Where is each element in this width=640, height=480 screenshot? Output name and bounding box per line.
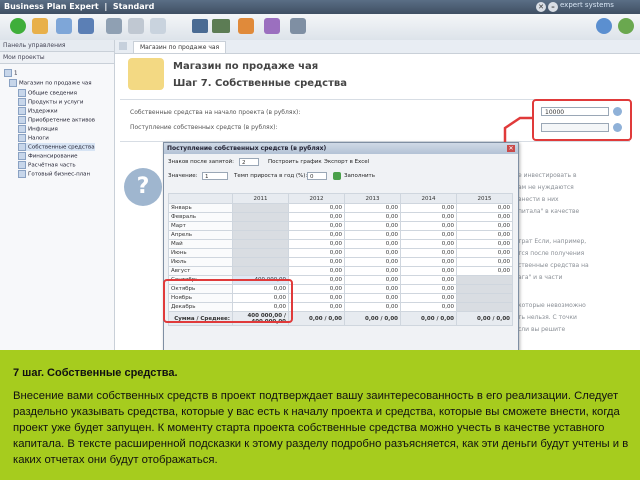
highlight-september-row	[163, 279, 293, 323]
explanation-panel: 7 шаг. Собственные средства. Внесение ва…	[0, 350, 640, 480]
explanation-body: Внесение вами собственных средств в прое…	[13, 390, 629, 466]
callout-line	[503, 116, 532, 142]
explanation-heading: 7 шаг. Собственные средства.	[13, 367, 178, 379]
